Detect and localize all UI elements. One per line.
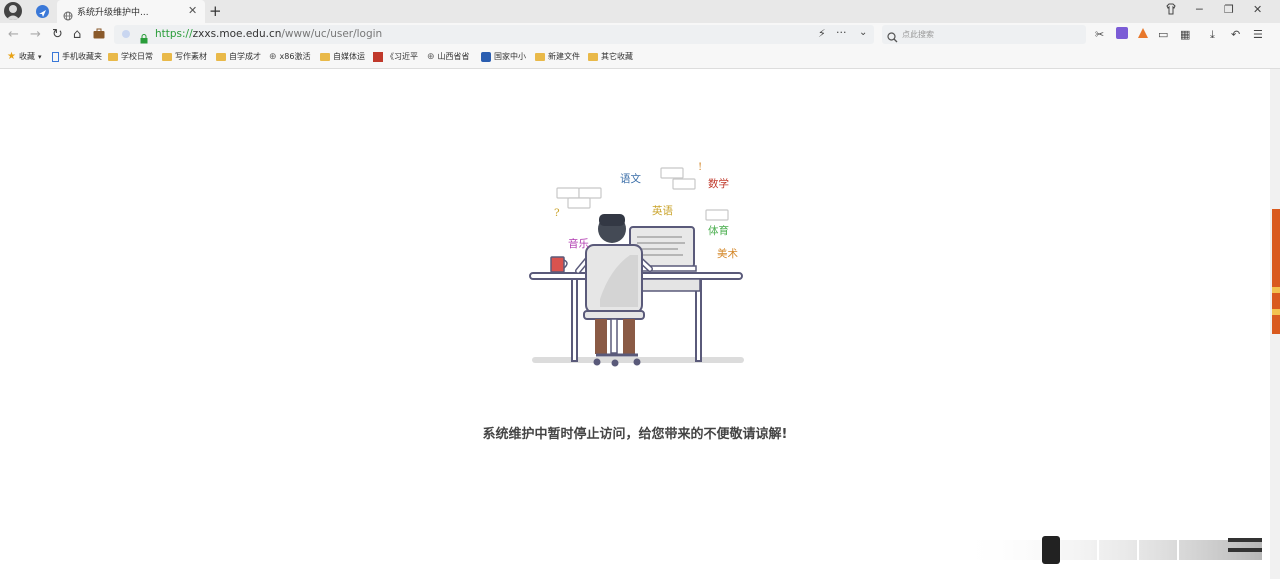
bookmark-link[interactable]: 《习近平: [373, 51, 418, 62]
nav-bar: ← → ↻ ⌂ https://zxxs.moe.edu.cn/www/uc/u…: [0, 23, 1280, 47]
overlay-decoration: [958, 534, 1262, 566]
folder-icon: [320, 52, 330, 61]
bookmark-label: 其它收藏: [601, 52, 633, 61]
undo-icon[interactable]: ↶: [1231, 28, 1240, 41]
bookmark-link[interactable]: 国家中小: [481, 51, 526, 62]
site-info-icon[interactable]: [122, 30, 130, 38]
bookmark-folder[interactable]: 学校日常: [108, 51, 153, 62]
chevron-down-icon[interactable]: ⌄: [859, 27, 867, 38]
more-icon[interactable]: ···: [836, 26, 847, 39]
bookmark-label: 学校日常: [121, 52, 153, 61]
subject-music: 音乐: [568, 238, 589, 250]
bookmark-mobile[interactable]: 手机收藏夹: [52, 51, 102, 62]
close-icon[interactable]: ✕: [188, 4, 197, 17]
maintenance-message: 系统维护中暂时停止访问，给您带来的不便敬请谅解!: [482, 427, 788, 442]
bookmark-label: 收藏: [18, 52, 35, 61]
new-tab-button[interactable]: +: [209, 2, 222, 20]
bookmark-label: 《习近平: [386, 52, 418, 61]
bookmark-label: 手机收藏夹: [62, 52, 102, 61]
bookmark-favorites[interactable]: ★ 收藏 ▾: [7, 51, 41, 62]
briefcase-icon[interactable]: [93, 28, 105, 43]
search-icon: [887, 28, 898, 47]
star-icon: ★: [7, 51, 16, 62]
close-window-button[interactable]: ✕: [1253, 3, 1262, 16]
bookmark-folder[interactable]: 自学成才: [216, 51, 261, 62]
folder-icon: [535, 52, 545, 61]
globe-icon: ⊕: [269, 51, 277, 62]
bookmark-label: 山西省省: [437, 52, 470, 61]
url-text[interactable]: https://zxxs.moe.edu.cn/www/uc/user/logi…: [155, 28, 382, 40]
url-host: zxxs.moe.edu.cn: [192, 28, 282, 40]
home-icon[interactable]: ⌂: [73, 27, 81, 42]
subject-pe: 体育: [708, 225, 729, 237]
exclamation-mark: !: [698, 161, 703, 173]
download-icon[interactable]: ⤓: [1210, 28, 1215, 42]
pinned-tab-icon[interactable]: [36, 5, 49, 18]
reload-icon[interactable]: ↻: [52, 27, 63, 42]
page-content: 语文 数学 英语 体育 音乐 美术 ? ! 系统维护中暂时停止访问，给您带来的不…: [0, 69, 1270, 579]
bookmark-label: x86激活: [279, 52, 311, 61]
bookmark-folder[interactable]: 自媒体运: [320, 51, 365, 62]
bookmark-label: 自媒体运: [333, 52, 365, 61]
search-placeholder: 点此搜索: [902, 30, 934, 39]
menu-icon[interactable]: ☰: [1253, 28, 1263, 41]
forward-icon[interactable]: →: [30, 27, 41, 42]
tab-bar: 系统升级维护中... ✕ + ─ ❐ ✕: [0, 0, 1280, 23]
extension-icon[interactable]: [1137, 27, 1149, 42]
lightning-icon[interactable]: ⚡: [818, 27, 826, 40]
sidebar-icon[interactable]: ▭: [1158, 28, 1168, 41]
party-emblem-icon: [373, 51, 383, 62]
translate-icon[interactable]: [1116, 27, 1128, 42]
bookmark-folder[interactable]: 写作素材: [162, 51, 207, 62]
lock-icon: [140, 29, 148, 48]
question-mark: ?: [554, 207, 560, 219]
back-icon[interactable]: ←: [8, 27, 19, 42]
bookmark-folder[interactable]: 其它收藏: [588, 51, 633, 62]
bookmark-link[interactable]: ⊕ x86激活: [269, 51, 310, 62]
maintenance-illustration: 语文 数学 英语 体育 音乐 美术 ? !: [520, 159, 760, 374]
address-bar[interactable]: https://zxxs.moe.edu.cn/www/uc/user/logi…: [114, 25, 874, 44]
subject-art: 美术: [717, 248, 738, 260]
subject-chinese: 语文: [620, 173, 641, 185]
search-box[interactable]: 点此搜索: [882, 25, 1086, 44]
caret-down-icon: ▾: [37, 52, 42, 61]
apps-icon[interactable]: ▦: [1180, 28, 1190, 41]
sidebar-accent: [1272, 209, 1280, 334]
user-avatar[interactable]: [4, 2, 22, 20]
minimize-button[interactable]: ─: [1196, 3, 1203, 16]
phone-icon: [52, 51, 59, 62]
scissors-icon[interactable]: ✂: [1095, 28, 1104, 41]
shirt-icon[interactable]: [1165, 3, 1177, 18]
subject-english: 英语: [652, 205, 673, 217]
bookmark-label: 国家中小: [494, 52, 526, 61]
site-icon: [481, 51, 491, 62]
folder-icon: [162, 52, 172, 61]
url-path: /www/uc/user/login: [281, 28, 383, 40]
restore-button[interactable]: ❐: [1224, 3, 1234, 16]
folder-icon: [108, 52, 118, 61]
bookmark-link[interactable]: ⊕ 山西省省: [427, 51, 470, 62]
folder-icon: [216, 52, 226, 61]
bookmarks-bar: ★ 收藏 ▾ 手机收藏夹 学校日常 写作素材 自学成才 ⊕ x86激活 自媒体运 《习…: [0, 47, 1280, 69]
bookmark-label: 写作素材: [175, 52, 207, 61]
bookmark-label: 新建文件: [548, 52, 580, 61]
url-scheme: https://: [155, 28, 193, 40]
bookmark-label: 自学成才: [229, 52, 261, 61]
globe-icon: ⊕: [427, 51, 435, 62]
tab-active[interactable]: 系统升级维护中... ✕: [57, 0, 205, 23]
tab-title: 系统升级维护中...: [77, 8, 149, 18]
bookmark-folder[interactable]: 新建文件: [535, 51, 580, 62]
subject-math: 数学: [708, 178, 729, 190]
folder-icon: [588, 52, 598, 61]
